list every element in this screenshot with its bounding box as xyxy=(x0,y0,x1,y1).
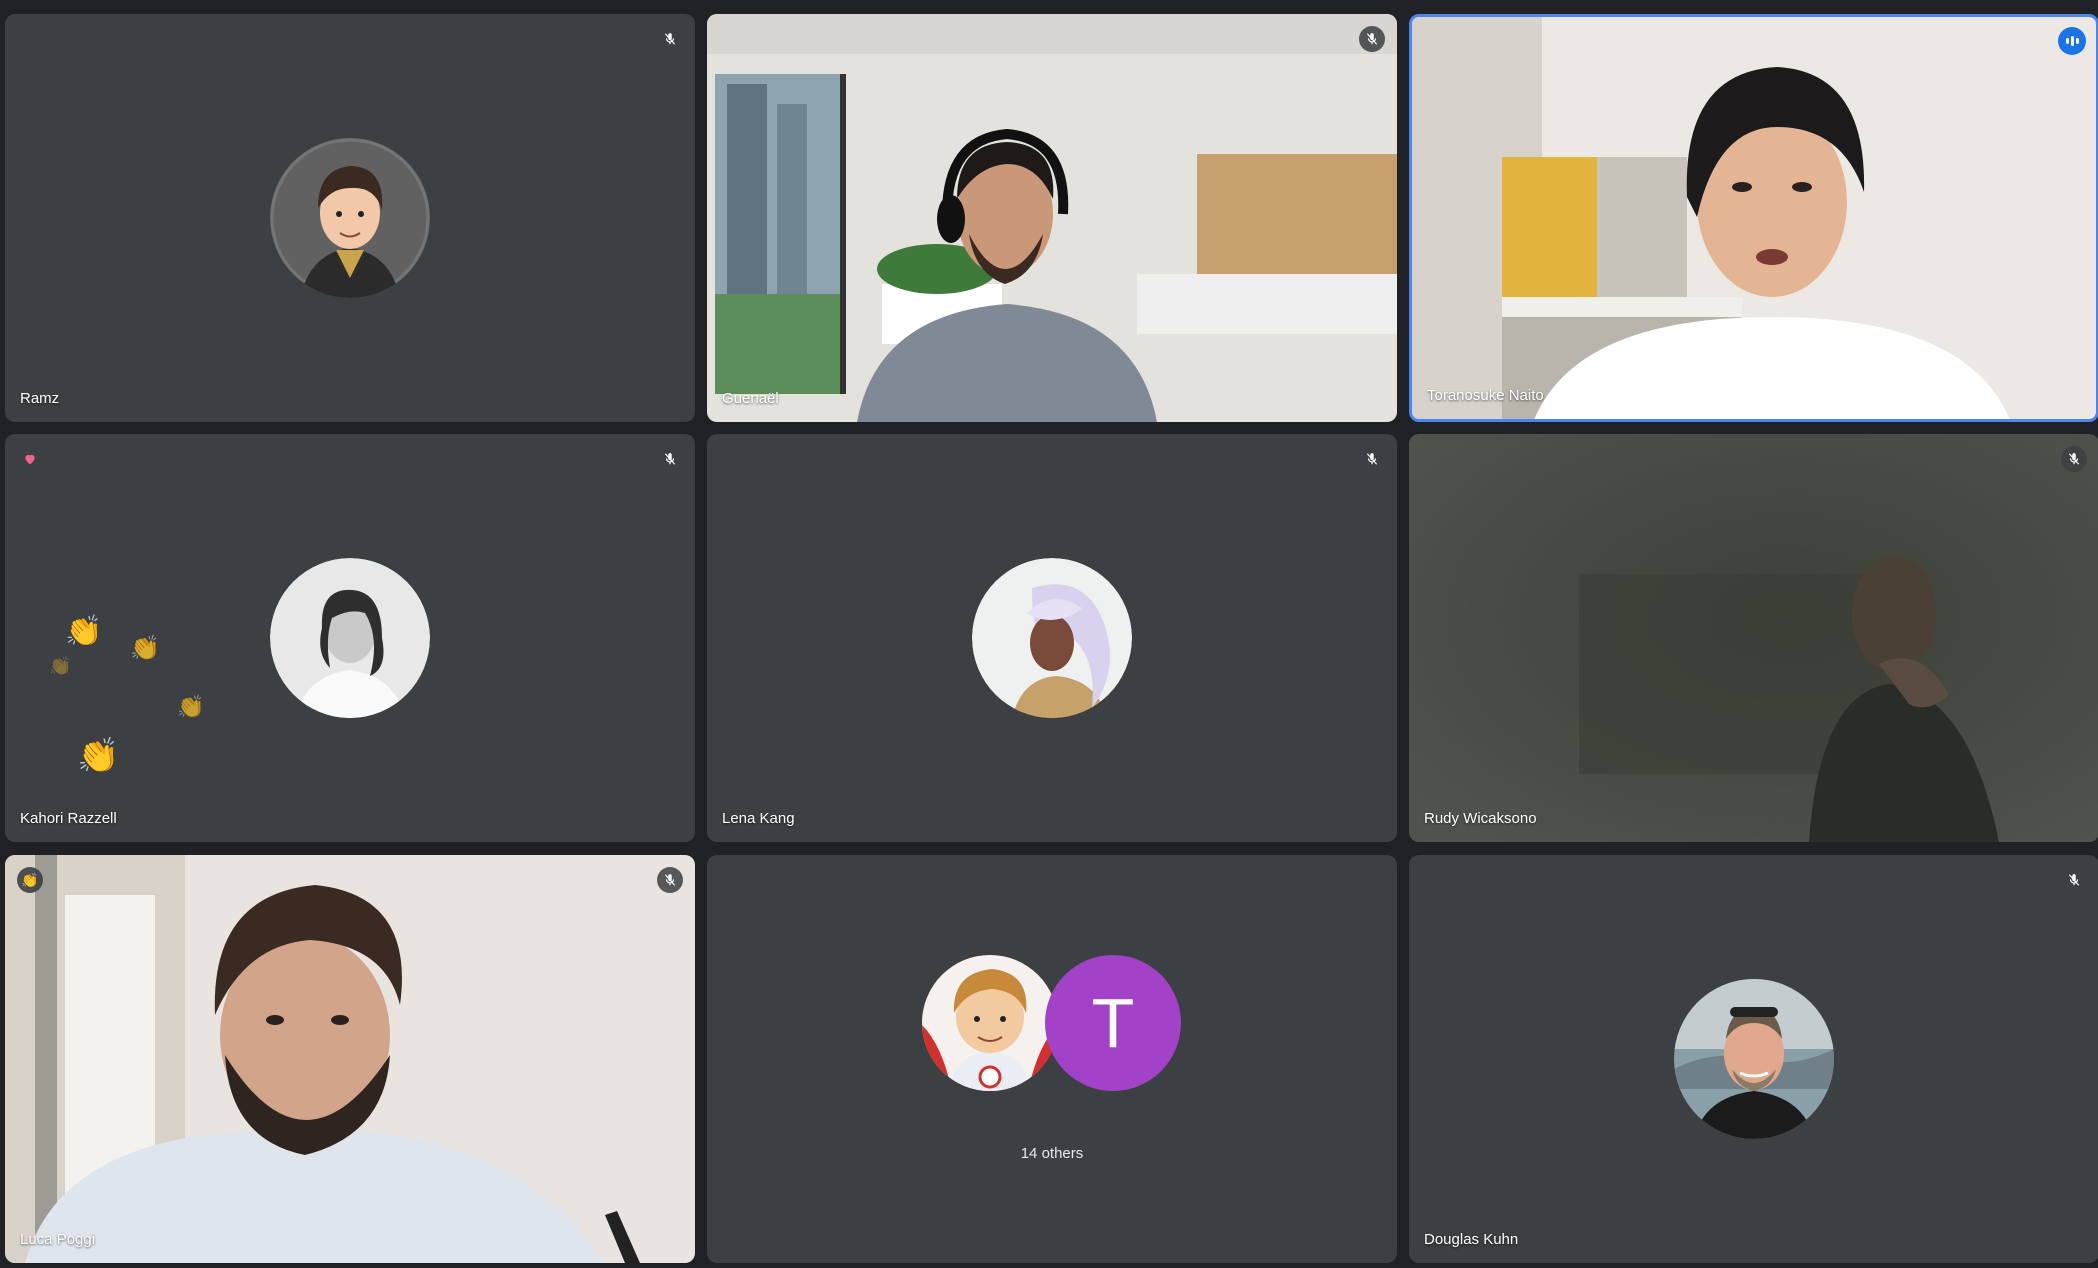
participant-name: Guenaël xyxy=(722,390,779,407)
clap-reaction-icon: 👏 xyxy=(177,694,205,719)
participant-tile-ramz[interactable]: Ramz xyxy=(5,14,695,422)
avatar xyxy=(270,558,430,718)
participant-name: Toranosuke Naito xyxy=(1427,387,1544,404)
others-count-label: 14 others xyxy=(1020,1145,1084,1162)
avatar xyxy=(1674,979,1834,1139)
participant-tile-kahori-razzell[interactable]: 👏 👏 👏 👏 👏 Kahori Razzell xyxy=(5,434,695,842)
clap-reaction-icon: 👏 xyxy=(49,656,72,676)
clap-reaction-icon: 👏 xyxy=(65,615,103,648)
speaking-indicator-icon xyxy=(2058,27,2086,55)
participant-name: Rudy Wicaksono xyxy=(1424,810,1537,827)
clap-reaction-icon: 👏 xyxy=(17,867,43,893)
participant-video xyxy=(1409,434,2098,842)
participant-video xyxy=(5,855,695,1263)
participant-name: Ramz xyxy=(20,390,60,407)
others-tile[interactable]: T 14 others xyxy=(707,855,1397,1263)
mic-off-icon xyxy=(2061,446,2087,472)
participant-tile-lena-kang[interactable]: Lena Kang xyxy=(707,434,1397,842)
participant-tile-rudy-wicaksono[interactable]: Rudy Wicaksono xyxy=(1409,434,2098,842)
participant-tile-toranosuke-naito[interactable]: Toranosuke Naito xyxy=(1409,14,2098,422)
avatar xyxy=(270,138,430,298)
avatar xyxy=(972,558,1132,718)
mic-off-icon xyxy=(2061,867,2087,893)
avatar xyxy=(922,955,1058,1091)
participant-video xyxy=(707,14,1397,422)
initial-avatar: T xyxy=(1045,955,1181,1091)
mic-off-icon xyxy=(657,867,683,893)
mic-off-icon xyxy=(1359,446,1385,472)
participant-name: Lena Kang xyxy=(722,810,795,827)
meeting-grid: Ramz Guenaël Toranosuke Naito 👏 👏 👏 👏 👏 … xyxy=(0,0,2098,1268)
participant-name: Luca Poggi xyxy=(20,1231,96,1248)
mic-off-icon xyxy=(657,446,683,472)
mic-off-icon xyxy=(1359,26,1385,52)
heart-reaction-icon xyxy=(17,446,43,472)
mic-off-icon xyxy=(657,26,683,52)
clap-reaction-icon: 👏 xyxy=(130,635,160,662)
participant-tile-luca-poggi[interactable]: 👏 Luca Poggi xyxy=(5,855,695,1263)
participant-video xyxy=(1412,17,2096,419)
participant-name: Kahori Razzell xyxy=(20,810,117,827)
participant-tile-guenael[interactable]: Guenaël xyxy=(707,14,1397,422)
clap-reaction-icon: 👏 xyxy=(77,737,120,775)
participant-tile-douglas-kuhn[interactable]: Douglas Kuhn xyxy=(1409,855,2098,1263)
participant-name: Douglas Kuhn xyxy=(1424,1231,1519,1248)
